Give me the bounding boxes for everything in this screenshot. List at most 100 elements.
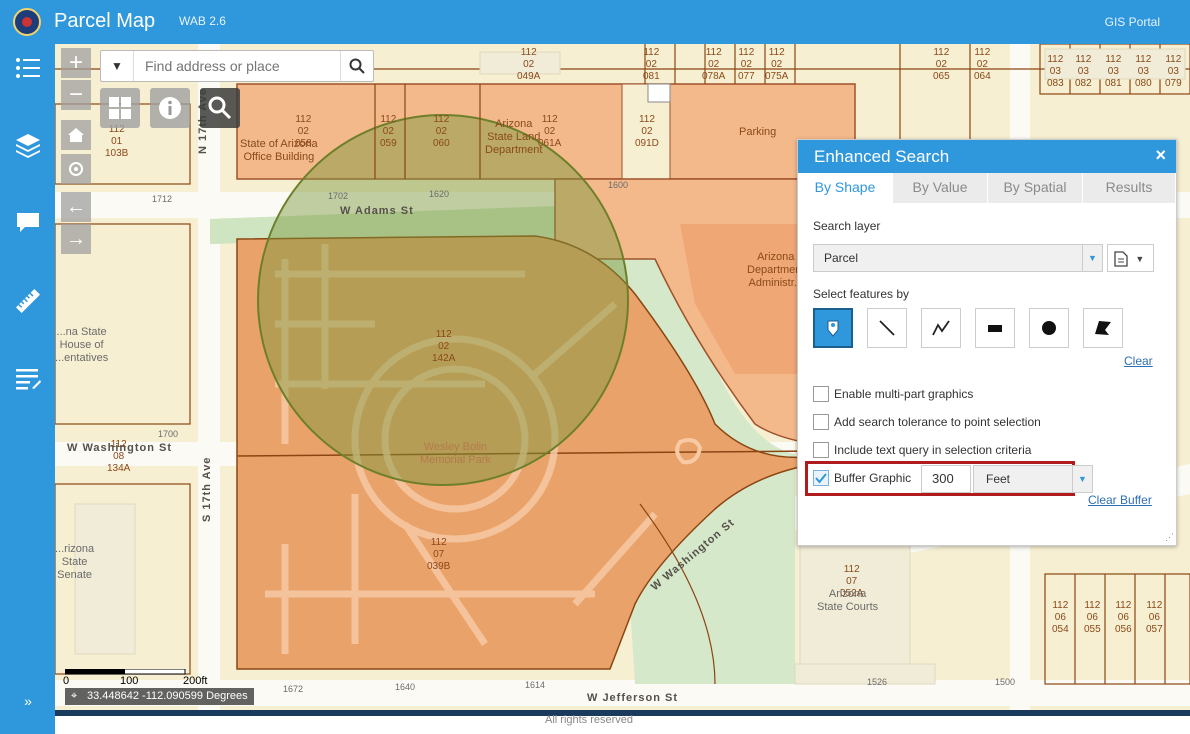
close-icon[interactable]: × — [1155, 145, 1166, 166]
locate-button[interactable] — [61, 154, 91, 184]
locate-icon — [69, 162, 83, 176]
tab-by-spatial[interactable]: By Spatial — [988, 173, 1083, 203]
multipart-checkbox[interactable] — [813, 386, 829, 402]
place-label: ...na State House of ...entatives — [55, 326, 109, 364]
parcel-label: 112 02 049A — [517, 47, 541, 82]
home-icon — [68, 128, 84, 142]
coordinate-readout[interactable]: ⌖ 33.448642 -112.090599 Degrees — [65, 688, 254, 705]
widget-sidebar: » — [0, 44, 55, 734]
layer-options-button[interactable]: ▼ — [1107, 244, 1154, 272]
zoom-in-button[interactable]: + — [61, 48, 91, 78]
tab-by-shape[interactable]: By Shape — [798, 173, 893, 203]
search-tool-icon — [208, 96, 232, 120]
clear-link[interactable]: Clear — [1124, 354, 1153, 368]
basemap-icon — [109, 97, 131, 119]
clear-buffer-link[interactable]: Clear Buffer — [1088, 493, 1152, 507]
info-button[interactable] — [150, 88, 190, 128]
buffer-unit-value: Feet — [986, 472, 1011, 486]
text-query-checkbox[interactable] — [813, 442, 829, 458]
parcel-label: 112 07 039B — [427, 537, 451, 572]
line-tool-button[interactable] — [867, 308, 907, 348]
parcel-label: 112 02 091D — [635, 114, 659, 149]
parcel-label: 112 06 057 — [1146, 600, 1163, 635]
address-number: 1700 — [158, 429, 179, 439]
chevron-down-icon: ▼ — [1072, 466, 1092, 492]
parcel-label: 112 01 103B — [105, 124, 129, 159]
address-number: 1614 — [525, 680, 546, 690]
basemap-gallery-button[interactable] — [100, 88, 140, 128]
measure-icon[interactable] — [14, 287, 42, 315]
panel-title: Enhanced Search — [814, 147, 950, 166]
gis-portal-link[interactable]: GIS Portal — [1105, 15, 1160, 29]
home-button[interactable] — [61, 120, 91, 150]
scale-bar: 0 100 200ft — [63, 669, 207, 687]
expand-sidebar-icon[interactable]: » — [14, 687, 42, 715]
search-layer-select[interactable]: Parcel ▼ — [813, 244, 1103, 272]
parcel-label: 112 03 081 — [1105, 54, 1122, 89]
rectangle-tool-button[interactable] — [975, 308, 1015, 348]
buffer-unit-select[interactable]: Feet ▼ — [973, 465, 1093, 493]
coordinate-text: 33.448642 -112.090599 Degrees — [87, 690, 248, 702]
parcel-label: 112 06 055 — [1084, 600, 1101, 635]
scale-label: 200ft — [183, 675, 208, 687]
search-widget: ▼ — [100, 50, 374, 82]
parcel-label: 112 02 077 — [738, 47, 755, 82]
parcel-label: 112 02 142A — [432, 329, 456, 364]
search-icon — [349, 58, 365, 74]
next-extent-button[interactable]: → — [61, 224, 91, 254]
line-icon — [879, 320, 895, 336]
point-tool-button[interactable] — [813, 308, 853, 348]
parcel-label: 112 03 083 — [1047, 54, 1064, 89]
enhanced-search-panel: Enhanced Search × By Shape By Value By S… — [797, 139, 1177, 546]
enhanced-search-button[interactable] — [200, 88, 240, 128]
edit-list-icon[interactable] — [14, 364, 42, 392]
place-label: Wesley Bolin Memorial Park — [420, 441, 491, 466]
buffer-distance-input[interactable]: 300 — [921, 465, 971, 493]
address-number: 1526 — [867, 677, 888, 687]
info-icon — [159, 97, 181, 119]
resize-handle-icon[interactable]: ⋰ — [1165, 532, 1174, 543]
polygon-icon — [1095, 321, 1111, 335]
search-layer-value: Parcel — [824, 251, 859, 265]
search-source-dropdown[interactable]: ▼ — [101, 51, 134, 81]
point-icon — [827, 320, 839, 337]
checkbox-label: Include text query in selection criteria — [834, 443, 1032, 457]
panel-header: Enhanced Search × — [798, 140, 1176, 173]
search-layer-label: Search layer — [813, 219, 881, 233]
document-icon — [1114, 251, 1128, 267]
circle-tool-button[interactable] — [1029, 308, 1069, 348]
scale-label: 100 — [120, 675, 139, 687]
parcel-label: 112 02 081 — [643, 47, 660, 82]
polygon-tool-button[interactable] — [1083, 308, 1123, 348]
parcel-label: 112 02 078A — [702, 47, 726, 82]
parcel-label: 112 02 059 — [380, 114, 397, 149]
search-input[interactable] — [135, 51, 341, 81]
place-label: State of Arizona Office Building — [240, 138, 318, 163]
address-number: 1500 — [995, 677, 1016, 687]
address-number: 1672 — [283, 684, 304, 694]
address-number: 1620 — [429, 189, 450, 199]
state-seal-logo — [13, 8, 41, 36]
app-title: Parcel Map — [54, 10, 156, 32]
select-features-label: Select features by — [813, 287, 910, 301]
parcel-label: 112 03 082 — [1075, 54, 1092, 89]
buffer-graphic-checkbox[interactable] — [813, 470, 829, 486]
legend-list-icon[interactable] — [14, 54, 42, 82]
place-label: Arizona Department Administr... — [747, 251, 805, 289]
layers-icon[interactable] — [14, 131, 42, 159]
search-button[interactable] — [340, 51, 373, 81]
tab-by-value[interactable]: By Value — [893, 173, 988, 203]
parcel-label: 112 02 060 — [433, 114, 450, 149]
street-label: W Jefferson St — [587, 692, 679, 704]
polyline-tool-button[interactable] — [921, 308, 961, 348]
comment-icon[interactable] — [14, 208, 42, 236]
place-label: Arizona State Land Department — [485, 118, 543, 156]
app-header: Parcel Map WAB 2.6 GIS Portal — [0, 0, 1190, 44]
tolerance-checkbox[interactable] — [813, 414, 829, 430]
address-number: 1600 — [608, 180, 629, 190]
street-label: W Adams St — [340, 205, 414, 217]
previous-extent-button[interactable]: ← — [61, 192, 91, 222]
zoom-out-button[interactable]: − — [61, 80, 91, 110]
address-number: 1712 — [152, 194, 173, 204]
tab-results[interactable]: Results — [1083, 173, 1176, 203]
